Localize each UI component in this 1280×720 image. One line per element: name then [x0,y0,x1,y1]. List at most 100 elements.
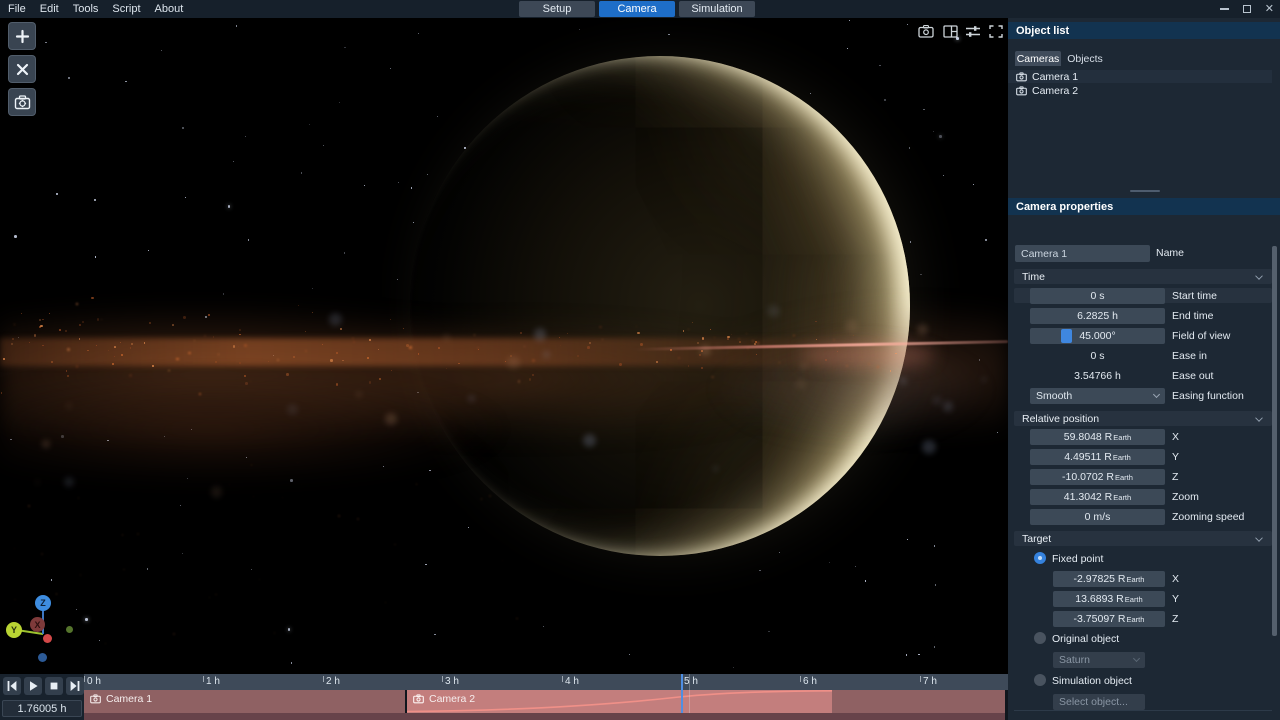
playhead[interactable] [681,674,683,713]
scrollbar[interactable] [1272,246,1277,636]
menu-tools[interactable]: Tools [73,3,99,15]
skip-start-icon [6,680,18,692]
camera-settings-button[interactable] [8,88,36,116]
timeline-ruler[interactable]: 0 h 1 h 2 h 3 h 4 h 5 h 6 h 7 h [84,674,1008,690]
field-label: Start time [1172,288,1217,304]
menu-edit[interactable]: Edit [40,3,59,15]
camera-settings-icon [14,95,31,110]
ruler-tick: 3 h [442,676,459,687]
start-time-field[interactable]: 0 s [1030,288,1165,304]
close-icon[interactable]: ✕ [1265,4,1274,14]
section-relative-position[interactable]: Relative position [1014,411,1272,426]
section-time[interactable]: Time [1014,269,1272,284]
play-icon [27,680,39,692]
field-label: Field of view [1172,328,1230,344]
gizmo-x-neg-handle[interactable] [43,634,52,643]
section-title: Relative position [1022,413,1099,425]
timeline: 0 h 1 h 2 h 3 h 4 h 5 h 6 h 7 h Camera 1 [0,674,1008,720]
layout-icon [943,25,958,38]
track-label: Camera 1 [90,693,152,705]
add-icon [15,29,30,44]
rel-z-field[interactable]: -10.0702 REarth [1030,469,1165,485]
target-z-field[interactable]: -3.75097 REarth [1053,611,1165,627]
panel-splitter[interactable] [1130,190,1160,192]
adjustments-button[interactable] [964,23,982,39]
select-object-button[interactable]: Select object... [1053,694,1145,710]
screenshot-button[interactable] [917,23,935,39]
gizmo-y-handle[interactable]: Y [6,622,22,638]
tab-simulation[interactable]: Simulation [679,1,755,17]
remove-camera-button[interactable] [8,55,36,83]
menu-bar: File Edit Tools Script About [8,0,183,18]
chevron-down-icon [1133,655,1140,662]
menu-file[interactable]: File [8,3,26,15]
track-label: Camera 2 [413,693,475,705]
maximize-icon[interactable] [1243,5,1251,13]
gizmo-z-handle[interactable]: Z [35,595,51,611]
fixed-point-label: Fixed point [1052,553,1103,565]
original-object-dropdown[interactable]: Saturn [1053,652,1145,668]
target-y-field[interactable]: 13.6893 REarth [1053,591,1165,607]
current-time-display[interactable]: 1.76005 h [2,700,82,717]
section-title: Time [1022,271,1045,283]
easing-function-dropdown[interactable]: Smooth [1030,388,1165,404]
track-camera-2[interactable]: Camera 2 [407,690,832,713]
section-title: Target [1022,533,1051,545]
play-button[interactable] [24,677,42,695]
field-label: X [1172,571,1179,587]
field-label: Z [1172,469,1178,485]
layout-panels-button[interactable] [941,23,959,39]
camera-properties-header: Camera properties [1008,198,1280,215]
skip-end-button[interactable] [66,677,84,695]
simulation-object-radio[interactable] [1034,674,1046,686]
list-item-camera-2[interactable]: Camera 2 [1008,84,1272,97]
original-object-radio[interactable] [1034,632,1046,644]
rel-x-field[interactable]: 59.8048 REarth [1030,429,1165,445]
field-label: Easing function [1172,388,1244,404]
gizmo-z-neg-handle[interactable] [38,653,47,662]
menu-script[interactable]: Script [112,3,140,15]
ease-out-value: 3.54766 h [1030,368,1165,384]
gizmo-y-neg-handle[interactable] [66,626,73,633]
title-bar: File Edit Tools Script About Setup Camer… [0,0,1280,18]
end-time-field[interactable]: 6.2825 h [1030,308,1165,324]
ruler-tick: 6 h [800,676,817,687]
original-object-label: Original object [1052,633,1119,645]
viewport[interactable]: X Z Y [0,18,1008,674]
camera-name-input[interactable]: Camera 1 [1015,245,1150,262]
timeline-lower-strip [84,713,1005,720]
menu-about[interactable]: About [155,3,184,15]
tab-setup[interactable]: Setup [519,1,595,17]
target-x-field[interactable]: -2.97825 REarth [1053,571,1165,587]
tab-camera[interactable]: Camera [599,1,675,17]
fixed-point-radio[interactable] [1034,552,1046,564]
chevron-down-icon [1255,534,1263,542]
tab-objects[interactable]: Objects [1063,51,1107,66]
fullscreen-button[interactable] [987,23,1005,39]
track-camera-1[interactable]: Camera 1 [84,690,405,713]
zoom-field[interactable]: 41.3042 REarth [1030,489,1165,505]
camera-icon [413,694,424,704]
ruler-tick: 4 h [562,676,579,687]
camera-icon [1016,72,1027,82]
screenshot-icon [918,25,934,38]
add-camera-button[interactable] [8,22,36,50]
slider-handle[interactable] [1061,329,1072,343]
list-item-camera-1[interactable]: Camera 1 [1008,70,1272,83]
zooming-speed-field[interactable]: 0 m/s [1030,509,1165,525]
stop-button[interactable] [45,677,63,695]
chevron-down-icon [1255,272,1263,280]
skip-start-button[interactable] [3,677,21,695]
section-target[interactable]: Target [1014,531,1272,546]
minimize-icon[interactable] [1220,8,1229,10]
list-item-label: Camera 2 [1032,85,1078,97]
track-camera-2-tail[interactable] [832,690,1005,713]
dust-band-core [0,338,880,366]
tab-cameras[interactable]: Cameras [1015,51,1061,66]
camera-icon [90,694,101,704]
camera-icon [1016,86,1027,96]
fullscreen-icon [989,25,1003,38]
field-of-view-slider[interactable]: 45.000° [1030,328,1165,344]
rel-y-field[interactable]: 4.49511 REarth [1030,449,1165,465]
gizmo-x-handle[interactable]: X [30,617,45,632]
